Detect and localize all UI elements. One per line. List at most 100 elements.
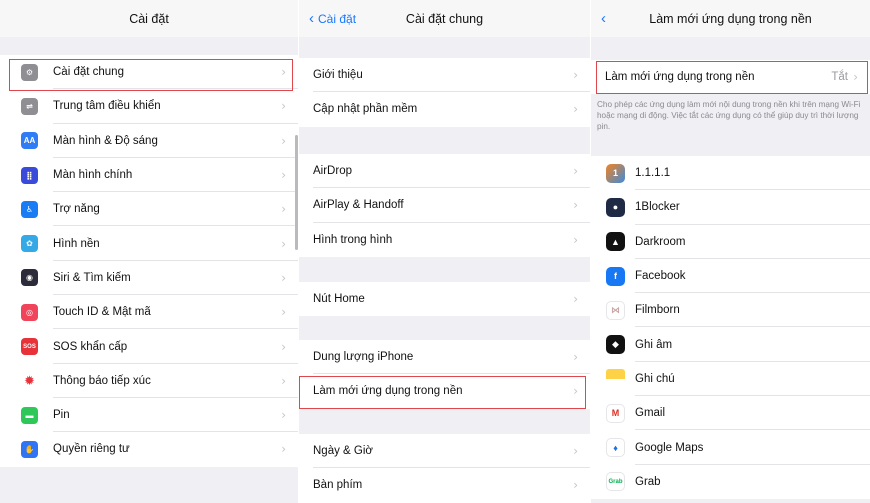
row-label: Màn hình & Độ sáng xyxy=(53,134,158,147)
row-label: Filmborn xyxy=(635,304,680,317)
refresh-navbar: ‹ Làm mới ứng dụng trong nền xyxy=(591,0,870,37)
chevron-right-icon: › xyxy=(281,65,286,80)
app-item-1blocker[interactable]: ● 1Blocker xyxy=(591,190,870,225)
settings-item-touch-id-mat-ma[interactable]: ◎ Touch ID & Mật mã › xyxy=(0,295,298,330)
general-item-airplay-handoff[interactable]: AirPlay & Handoff › xyxy=(299,188,590,223)
app-item-ghi-chu[interactable]: Ghi chú xyxy=(591,362,870,397)
display-brightness-icon: AA xyxy=(21,132,38,150)
chevron-right-icon: › xyxy=(281,408,286,423)
chevron-right-icon: › xyxy=(281,99,286,114)
row-label: Quyền riêng tư xyxy=(53,443,130,456)
general-group-connectivity: AirDrop › AirPlay & Handoff › Hình trong hìn… xyxy=(299,154,590,257)
app-gmail-icon: M xyxy=(606,403,625,423)
row-label: Nút Home xyxy=(313,293,365,306)
chevron-right-icon: › xyxy=(573,444,578,459)
chevron-left-icon: ‹ xyxy=(601,10,606,27)
row-label: 1.1.1.1 xyxy=(635,167,671,180)
settings-item-pin[interactable]: ▬ Pin › xyxy=(0,398,298,433)
chevron-right-icon: › xyxy=(573,292,578,307)
general-navbar: ‹ Cài đặt Cài đặt chung xyxy=(299,0,590,37)
settings-item-quyen-rieng-tu[interactable]: ✋ Quyền riêng tư › xyxy=(0,432,298,466)
app-list: 1 1.1.1.1 ● 1Blocker ▲ Darkroom f Facebook ⋈ Film… xyxy=(591,156,870,499)
row-label: Grab xyxy=(635,475,661,488)
app-item-ghi-am[interactable]: ◆ Ghi âm xyxy=(591,327,870,362)
row-label: Ghi âm xyxy=(635,338,673,351)
row-label: Ngày & Giờ xyxy=(313,445,373,458)
chevron-right-icon: › xyxy=(573,478,578,493)
app-item-grab[interactable]: Grab Grab xyxy=(591,465,870,499)
app-item-google-maps[interactable]: ♦ Google Maps xyxy=(591,430,870,465)
row-label: Siri & Tìm kiếm xyxy=(53,271,131,284)
row-label: Bàn phím xyxy=(313,479,363,492)
settings-item-cai-dat-chung[interactable]: ⚙ Cài đặt chung › xyxy=(0,55,298,90)
row-label: AirDrop xyxy=(313,165,352,178)
row-label: Hình trong hình xyxy=(313,233,393,246)
back-button[interactable]: ‹ Cài đặt xyxy=(309,0,356,37)
app-item-darkroom[interactable]: ▲ Darkroom xyxy=(591,225,870,259)
settings-navbar: Cài đặt xyxy=(0,0,298,37)
settings-item-trung-tam-dieu-khien[interactable]: ⇌ Trung tâm điều khiển › xyxy=(0,89,298,124)
app-darkroom-icon: ▲ xyxy=(606,232,625,252)
row-label: Google Maps xyxy=(635,441,704,454)
chevron-right-icon: › xyxy=(573,384,578,399)
app-grab-icon: Grab xyxy=(606,472,625,492)
general-settings-panel: ‹ Cài đặt Cài đặt chung Giới thiệu › Cập n… xyxy=(299,0,590,503)
settings-item-siri-tim-kiem[interactable]: ◉ Siri & Tìm kiếm › xyxy=(0,261,298,296)
general-item-ban-phim[interactable]: Bàn phím › xyxy=(299,468,590,502)
exposure-notification-icon: ✹ xyxy=(21,372,38,390)
back-button[interactable]: ‹ xyxy=(601,0,610,37)
back-label: Cài đặt xyxy=(318,11,357,26)
settings-item-hinh-nen[interactable]: ✿ Hình nền › xyxy=(0,226,298,261)
settings-item-sos-khan-cap[interactable]: SOS SOS khẩn cấp › xyxy=(0,329,298,364)
general-item-gioi-thieu[interactable]: Giới thiệu › xyxy=(299,58,590,93)
general-item-dung-luong-iphone[interactable]: Dung lượng iPhone › xyxy=(299,340,590,375)
row-label: Màn hình chính xyxy=(53,169,133,182)
chevron-right-icon: › xyxy=(573,198,578,213)
row-label: Ghi chú xyxy=(635,372,675,385)
row-label: Trung tâm điều khiển xyxy=(53,100,161,113)
row-label: Touch ID & Mật mã xyxy=(53,306,151,319)
chevron-right-icon: › xyxy=(281,270,286,285)
general-item-airdrop[interactable]: AirDrop › xyxy=(299,154,590,189)
general-item-ngay-gio[interactable]: Ngày & Giờ › xyxy=(299,434,590,469)
settings-item-thong-bao-tiep-xuc[interactable]: ✹ Thông báo tiếp xúc › xyxy=(0,364,298,398)
app-google-maps-icon: ♦ xyxy=(606,438,625,458)
sos-icon: SOS xyxy=(21,338,38,356)
gear-icon: ⚙ xyxy=(21,63,38,81)
row-label: Thông báo tiếp xúc xyxy=(53,374,151,387)
home-screen-icon: ⣿ xyxy=(21,166,38,184)
app-item-1-1-1-1[interactable]: 1 1.1.1.1 xyxy=(591,156,870,191)
settings-list: ⚙ Cài đặt chung › ⇌ Trung tâm điều khiển › AA M… xyxy=(0,55,298,467)
siri-icon: ◉ xyxy=(21,269,38,287)
app-item-gmail[interactable]: M Gmail xyxy=(591,396,870,431)
settings-item-man-hinh-do-sang[interactable]: AA Màn hình & Độ sáng › xyxy=(0,124,298,158)
row-label: Pin xyxy=(53,409,70,422)
scrollbar[interactable] xyxy=(295,135,298,250)
chevron-right-icon: › xyxy=(573,102,578,117)
settings-item-tro-nang[interactable]: ♿ Trợ năng › xyxy=(0,192,298,227)
control-center-icon: ⇌ xyxy=(21,97,38,115)
general-group-storage: Dung lượng iPhone › Làm mới ứng dụng trong… xyxy=(299,340,590,409)
settings-item-man-hinh-chinh[interactable]: ⣿ Màn hình chính › xyxy=(0,158,298,193)
page-title: Làm mới ứng dụng trong nền xyxy=(649,11,812,26)
app-item-filmborn[interactable]: ⋈ Filmborn xyxy=(591,293,870,328)
chevron-right-icon: › xyxy=(281,202,286,217)
general-item-lam-moi-ung-dung-trong-nen[interactable]: Làm mới ứng dụng trong nền › xyxy=(299,374,590,408)
row-label: Trợ năng xyxy=(53,203,100,216)
chevron-right-icon: › xyxy=(281,168,286,183)
general-item-cap-nhat-phan-mem[interactable]: Cập nhật phần mềm › xyxy=(299,92,590,126)
general-group-about: Giới thiệu › Cập nhật phần mềm › xyxy=(299,58,590,127)
app-item-facebook[interactable]: f Facebook xyxy=(591,259,870,294)
app-voice-memos-icon: ◆ xyxy=(606,335,625,355)
row-label: Darkroom xyxy=(635,235,686,248)
row-label: Hình nền xyxy=(53,237,100,250)
refresh-toggle-row[interactable]: Làm mới ứng dụng trong nền Tắt › xyxy=(591,60,870,94)
fingerprint-icon: ◎ xyxy=(21,303,38,321)
row-label: AirPlay & Handoff xyxy=(313,199,404,212)
chevron-right-icon: › xyxy=(281,442,286,457)
background-refresh-panel: ‹ Làm mới ứng dụng trong nền Làm mới ứng… xyxy=(591,0,870,503)
general-item-nut-home[interactable]: Nút Home › xyxy=(299,282,590,316)
chevron-right-icon: › xyxy=(281,373,286,388)
general-item-hinh-trong-hinh[interactable]: Hình trong hình › xyxy=(299,223,590,257)
app-filmborn-icon: ⋈ xyxy=(606,300,625,320)
